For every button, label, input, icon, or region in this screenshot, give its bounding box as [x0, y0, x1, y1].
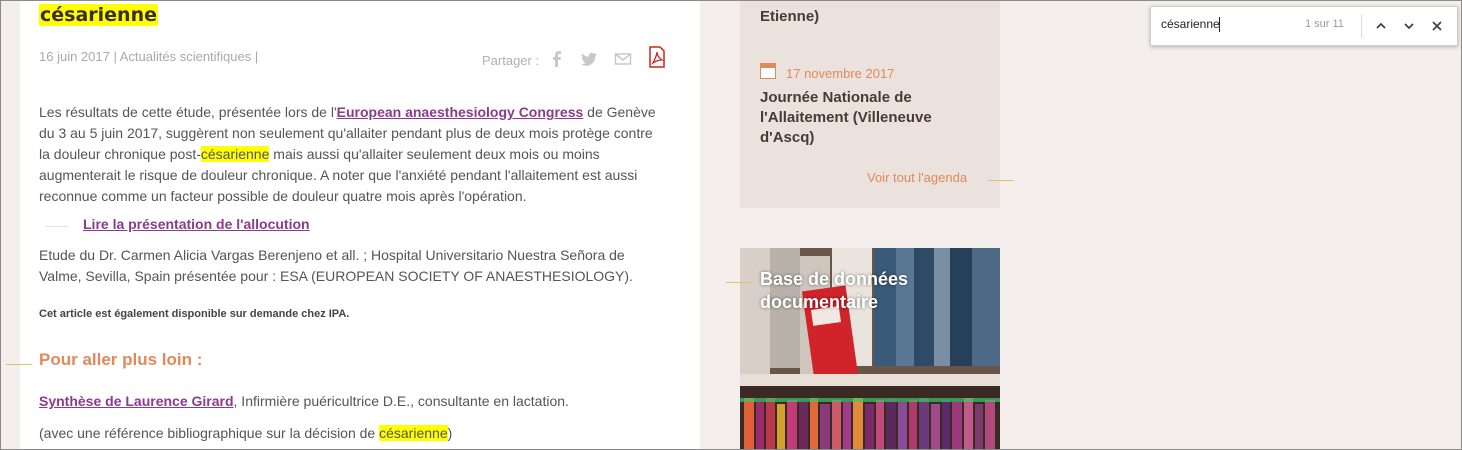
study-credit: Etude du Dr. Carmen Alicia Vargas Berenj… — [39, 247, 633, 284]
agenda-card: Etienne) 17 novembre 2017 Journée Nation… — [740, 0, 1000, 208]
decorative-line — [46, 226, 68, 227]
congress-link[interactable]: European anaesthesiology Congress — [337, 104, 584, 120]
availability-note: Cet article est également disponible sur… — [39, 308, 350, 320]
see-all-agenda-link[interactable]: Voir tout l'agenda — [867, 170, 967, 185]
find-input[interactable]: césarienne — [1161, 17, 1220, 31]
decorative-line — [988, 180, 1014, 181]
mail-icon[interactable] — [614, 50, 632, 68]
article-panel: césarienne 16 juin 2017 | Actualités sci… — [20, 0, 700, 450]
reference-line: (avec une référence bibliographique sur … — [39, 425, 452, 441]
search-highlight: césarienne — [379, 425, 448, 441]
share-label: Partager : — [482, 53, 540, 68]
facebook-icon[interactable] — [548, 50, 566, 68]
synthesis-link[interactable]: Synthèse de Laurence Girard — [39, 393, 234, 409]
synthesis-text: , Infirmière puéricultrice D.E., consult… — [233, 393, 569, 409]
article-title: césarienne — [39, 4, 158, 26]
event-date: 17 novembre 2017 — [786, 66, 895, 81]
find-divider — [1361, 14, 1362, 38]
further-heading: Pour aller plus loin : — [39, 350, 203, 369]
paragraph-text: Les résultats de cette étude, présentée … — [39, 104, 337, 120]
find-in-page-bar: césarienne 1 sur 11 — [1150, 6, 1458, 46]
chevron-down-icon — [1404, 23, 1414, 30]
find-close-button[interactable] — [1427, 16, 1447, 36]
close-icon — [1432, 21, 1442, 31]
chevron-up-icon — [1376, 22, 1386, 29]
find-match-count: 1 sur 11 — [1305, 18, 1344, 30]
database-card[interactable]: Base de données documentaire — [740, 248, 1000, 450]
article-meta: 16 juin 2017 | Actualités scientifiques … — [39, 49, 259, 64]
decorative-line — [6, 364, 32, 365]
synthesis-line: Synthèse de Laurence Girard, Infirmière … — [39, 393, 569, 409]
reference-text: (avec une référence bibliographique sur … — [39, 425, 380, 441]
pdf-icon[interactable] — [648, 46, 666, 68]
calendar-icon — [760, 63, 776, 79]
article-paragraph: Les résultats de cette étude, présentée … — [39, 102, 659, 207]
presentation-link[interactable]: Lire la présentation de l'allocution — [83, 216, 310, 232]
text-cursor — [1219, 17, 1220, 32]
find-previous-button[interactable] — [1371, 16, 1391, 36]
twitter-icon[interactable] — [580, 50, 598, 68]
decorative-line — [726, 282, 752, 283]
reference-text: ) — [447, 425, 453, 441]
event-title-link[interactable]: Journée Nationale de l'Allaitement (Vill… — [760, 88, 980, 148]
find-next-button[interactable] — [1399, 16, 1419, 36]
database-title: Base de données documentaire — [760, 269, 909, 312]
agenda-previous-event-tail: Etienne) — [760, 8, 820, 25]
search-highlight: césarienne — [200, 146, 270, 162]
